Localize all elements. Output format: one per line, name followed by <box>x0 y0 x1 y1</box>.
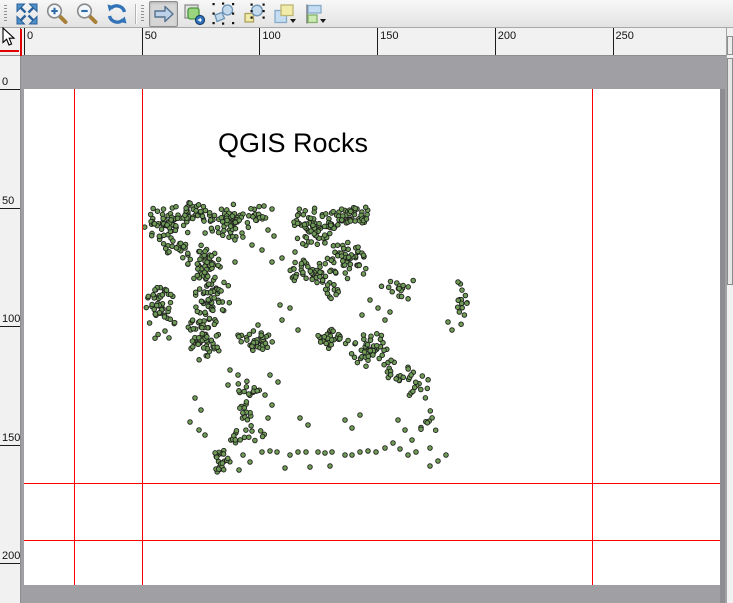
toolbar-separator <box>135 4 137 24</box>
ruler-tick-label: 200 <box>498 30 516 42</box>
ruler-tick-label: 200 <box>2 550 20 562</box>
zoom-out-button[interactable] <box>72 1 101 27</box>
ruler-tick-label: 150 <box>380 30 398 42</box>
guide-line-vertical[interactable] <box>142 89 143 585</box>
guide-line-vertical[interactable] <box>592 89 593 585</box>
ruler-tick-label: 50 <box>2 195 14 207</box>
ungroup-items-button[interactable] <box>239 1 268 27</box>
ruler-tick-label: 0 <box>2 76 8 88</box>
ungroup-items-icon <box>242 2 266 26</box>
horizontal-ruler: 0 50 100 150 200 250 <box>21 28 726 56</box>
map-title-label[interactable]: QGIS Rocks <box>218 130 368 157</box>
zoom-out-icon <box>75 2 99 26</box>
composer-canvas[interactable]: QGIS Rocks <box>21 56 726 603</box>
align-items-button[interactable] <box>299 1 328 27</box>
group-items-button[interactable] <box>209 1 238 27</box>
refresh-icon <box>105 2 129 26</box>
ruler-tick <box>24 28 25 55</box>
vertical-ruler: 0 50 100 150 200 <box>0 56 21 603</box>
ruler-tick <box>142 28 143 55</box>
ruler-tick-label: 150 <box>2 432 20 444</box>
page-shadow <box>720 89 725 603</box>
guide-line-horizontal[interactable] <box>24 483 720 484</box>
ruler-tick <box>0 326 20 327</box>
toolbar-handle[interactable] <box>141 5 144 23</box>
ruler-tick-label: 50 <box>145 30 157 42</box>
zoom-in-icon <box>45 2 69 26</box>
raise-items-button[interactable] <box>269 1 298 27</box>
ruler-tick <box>259 28 260 55</box>
zoom-full-icon <box>15 2 39 26</box>
select-move-item-icon <box>152 2 176 26</box>
scrollbar-button[interactable] <box>727 36 733 55</box>
ruler-tick-label: 250 <box>616 30 634 42</box>
guide-line-horizontal[interactable] <box>24 540 720 541</box>
ruler-tick-label: 0 <box>27 30 33 42</box>
move-item-content-icon <box>182 2 206 26</box>
ruler-tick <box>495 28 496 55</box>
toolbar <box>0 0 733 28</box>
move-item-content-button[interactable] <box>179 1 208 27</box>
ruler-tick <box>0 563 20 564</box>
ruler-tick <box>0 445 20 446</box>
toolbar-handle[interactable] <box>4 5 7 23</box>
select-move-item-button[interactable] <box>149 1 178 27</box>
dropdown-arrow-icon <box>290 19 296 23</box>
ruler-tick <box>613 28 614 55</box>
ruler-tick <box>377 28 378 55</box>
ruler-cursor-marker-x <box>20 29 22 56</box>
group-items-icon <box>212 2 236 26</box>
ruler-tick <box>0 89 20 90</box>
paper-page[interactable] <box>24 89 720 585</box>
ruler-tick-label: 100 <box>2 313 20 325</box>
dropdown-arrow-icon <box>320 19 326 23</box>
zoom-in-button[interactable] <box>42 1 71 27</box>
ruler-cursor-marker-y <box>0 50 19 52</box>
zoom-full-button[interactable] <box>12 1 41 27</box>
ruler-tick <box>0 208 20 209</box>
qgis-composer-window: 0 50 100 150 200 250 0 50 100 150 200 QGIS Rocks <box>0 0 733 603</box>
guide-line-vertical[interactable] <box>74 89 75 585</box>
ruler-tick-label: 100 <box>262 30 280 42</box>
refresh-button[interactable] <box>102 1 131 27</box>
scrollbar-thumb[interactable] <box>727 58 733 285</box>
vertical-scrollbar[interactable] <box>726 28 733 603</box>
